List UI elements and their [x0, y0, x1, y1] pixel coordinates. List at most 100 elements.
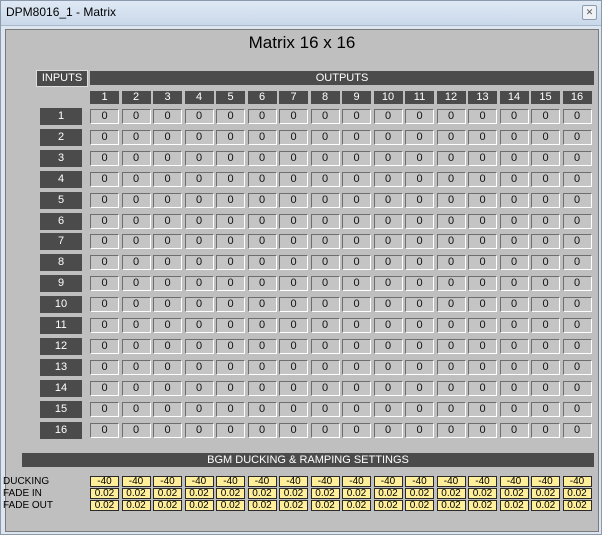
matrix-cell-in9-out3[interactable]: 0 [153, 276, 182, 292]
matrix-cell-in9-out14[interactable]: 0 [499, 276, 529, 292]
matrix-cell-in14-out14[interactable]: 0 [499, 380, 529, 396]
matrix-cell-in14-out7[interactable]: 0 [279, 380, 308, 396]
matrix-cell-in10-out3[interactable]: 0 [153, 297, 182, 313]
matrix-cell-in13-out16[interactable]: 0 [562, 359, 592, 375]
matrix-cell-in1-out11[interactable]: 0 [405, 109, 434, 124]
ducking-field-16[interactable]: -40 [562, 476, 592, 487]
matrix-cell-in11-out13[interactable]: 0 [468, 318, 497, 333]
ducking-field-7[interactable]: -40 [279, 476, 308, 487]
matrix-cell-in16-out1[interactable]: 0 [90, 422, 119, 438]
matrix-cell-in13-out10[interactable]: 0 [373, 359, 403, 375]
matrix-cell-in15-out13[interactable]: 0 [468, 401, 497, 417]
fade-in-field-10[interactable]: 0.02 [373, 488, 403, 499]
matrix-cell-in12-out15[interactable]: 0 [531, 338, 560, 354]
matrix-cell-in14-out5[interactable]: 0 [216, 380, 245, 396]
matrix-cell-in8-out2[interactable]: 0 [121, 255, 151, 271]
matrix-cell-in16-out8[interactable]: 0 [310, 422, 340, 438]
matrix-cell-in6-out10[interactable]: 0 [373, 213, 403, 229]
matrix-cell-in14-out12[interactable]: 0 [436, 380, 466, 396]
fade-in-field-11[interactable]: 0.02 [405, 488, 434, 499]
matrix-cell-in2-out12[interactable]: 0 [436, 129, 466, 145]
matrix-cell-in6-out7[interactable]: 0 [279, 213, 308, 229]
matrix-cell-in4-out9[interactable]: 0 [342, 171, 371, 187]
matrix-cell-in4-out11[interactable]: 0 [405, 171, 434, 187]
close-icon[interactable]: ✕ [582, 5, 597, 20]
matrix-cell-in2-out8[interactable]: 0 [310, 129, 340, 145]
matrix-cell-in8-out15[interactable]: 0 [531, 255, 560, 271]
matrix-cell-in16-out10[interactable]: 0 [373, 422, 403, 438]
matrix-cell-in7-out14[interactable]: 0 [499, 234, 529, 250]
matrix-cell-in5-out7[interactable]: 0 [279, 192, 308, 208]
matrix-cell-in4-out2[interactable]: 0 [121, 171, 151, 187]
matrix-cell-in1-out7[interactable]: 0 [279, 109, 308, 124]
matrix-cell-in8-out9[interactable]: 0 [342, 255, 371, 271]
matrix-cell-in3-out2[interactable]: 0 [121, 150, 151, 166]
matrix-cell-in10-out4[interactable]: 0 [184, 297, 214, 313]
fade-out-field-9[interactable]: 0.02 [342, 500, 371, 511]
matrix-cell-in14-out9[interactable]: 0 [342, 380, 371, 396]
matrix-cell-in5-out10[interactable]: 0 [373, 192, 403, 208]
matrix-cell-in5-out16[interactable]: 0 [562, 192, 592, 208]
matrix-cell-in4-out6[interactable]: 0 [247, 171, 277, 187]
matrix-cell-in12-out2[interactable]: 0 [121, 338, 151, 354]
matrix-cell-in4-out1[interactable]: 0 [90, 171, 119, 187]
matrix-cell-in13-out9[interactable]: 0 [342, 359, 371, 375]
matrix-cell-in8-out6[interactable]: 0 [247, 255, 277, 271]
matrix-cell-in3-out1[interactable]: 0 [90, 150, 119, 166]
matrix-cell-in5-out11[interactable]: 0 [405, 192, 434, 208]
matrix-cell-in8-out4[interactable]: 0 [184, 255, 214, 271]
matrix-cell-in6-out14[interactable]: 0 [499, 213, 529, 229]
matrix-cell-in1-out5[interactable]: 0 [216, 109, 245, 124]
matrix-cell-in15-out10[interactable]: 0 [373, 401, 403, 417]
matrix-cell-in4-out3[interactable]: 0 [153, 171, 182, 187]
matrix-cell-in3-out7[interactable]: 0 [279, 150, 308, 166]
matrix-cell-in6-out8[interactable]: 0 [310, 213, 340, 229]
matrix-cell-in11-out10[interactable]: 0 [373, 318, 403, 333]
matrix-cell-in2-out6[interactable]: 0 [247, 129, 277, 145]
matrix-cell-in15-out4[interactable]: 0 [184, 401, 214, 417]
matrix-cell-in3-out11[interactable]: 0 [405, 150, 434, 166]
matrix-cell-in13-out7[interactable]: 0 [279, 359, 308, 375]
matrix-cell-in5-out6[interactable]: 0 [247, 192, 277, 208]
matrix-cell-in2-out4[interactable]: 0 [184, 129, 214, 145]
matrix-cell-in6-out9[interactable]: 0 [342, 213, 371, 229]
matrix-cell-in7-out3[interactable]: 0 [153, 234, 182, 250]
matrix-cell-in1-out1[interactable]: 0 [90, 109, 119, 124]
fade-out-field-10[interactable]: 0.02 [373, 500, 403, 511]
matrix-cell-in13-out8[interactable]: 0 [310, 359, 340, 375]
matrix-cell-in16-out12[interactable]: 0 [436, 422, 466, 438]
matrix-cell-in10-out11[interactable]: 0 [405, 297, 434, 313]
matrix-cell-in2-out11[interactable]: 0 [405, 129, 434, 145]
matrix-cell-in12-out6[interactable]: 0 [247, 338, 277, 354]
fade-in-field-4[interactable]: 0.02 [184, 488, 214, 499]
matrix-cell-in6-out4[interactable]: 0 [184, 213, 214, 229]
matrix-cell-in7-out9[interactable]: 0 [342, 234, 371, 250]
matrix-cell-in10-out1[interactable]: 0 [90, 297, 119, 313]
matrix-cell-in12-out3[interactable]: 0 [153, 338, 182, 354]
matrix-cell-in3-out5[interactable]: 0 [216, 150, 245, 166]
fade-in-field-13[interactable]: 0.02 [468, 488, 497, 499]
matrix-cell-in2-out2[interactable]: 0 [121, 129, 151, 145]
matrix-cell-in7-out1[interactable]: 0 [90, 234, 119, 250]
matrix-cell-in5-out15[interactable]: 0 [531, 192, 560, 208]
ducking-field-9[interactable]: -40 [342, 476, 371, 487]
matrix-cell-in10-out16[interactable]: 0 [562, 297, 592, 313]
matrix-cell-in11-out3[interactable]: 0 [153, 318, 182, 333]
matrix-cell-in10-out15[interactable]: 0 [531, 297, 560, 313]
matrix-cell-in12-out5[interactable]: 0 [216, 338, 245, 354]
matrix-cell-in4-out5[interactable]: 0 [216, 171, 245, 187]
matrix-cell-in9-out13[interactable]: 0 [468, 276, 497, 292]
matrix-cell-in1-out14[interactable]: 0 [499, 109, 529, 124]
ducking-field-11[interactable]: -40 [405, 476, 434, 487]
matrix-cell-in16-out9[interactable]: 0 [342, 422, 371, 438]
ducking-field-14[interactable]: -40 [499, 476, 529, 487]
matrix-cell-in11-out7[interactable]: 0 [279, 318, 308, 333]
matrix-cell-in12-out11[interactable]: 0 [405, 338, 434, 354]
ducking-field-12[interactable]: -40 [436, 476, 466, 487]
fade-in-field-12[interactable]: 0.02 [436, 488, 466, 499]
ducking-field-1[interactable]: -40 [90, 476, 119, 487]
fade-out-field-14[interactable]: 0.02 [499, 500, 529, 511]
ducking-field-15[interactable]: -40 [531, 476, 560, 487]
matrix-cell-in8-out14[interactable]: 0 [499, 255, 529, 271]
matrix-cell-in13-out2[interactable]: 0 [121, 359, 151, 375]
